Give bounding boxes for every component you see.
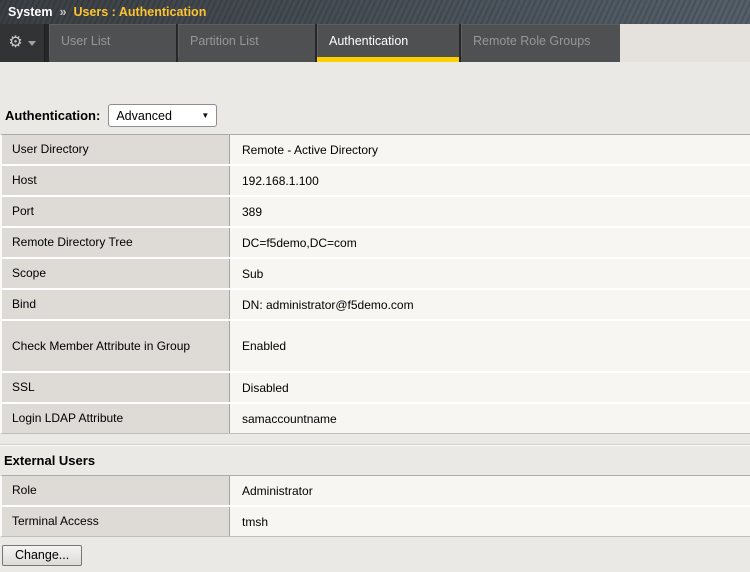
table-row-check-member-attribute: Check Member Attribute in Group Enabled [2, 321, 750, 371]
authentication-mode-label: Authentication: [5, 108, 101, 123]
tab-bar-filler [620, 24, 750, 62]
row-value: DN: administrator@f5demo.com [230, 290, 750, 319]
tab-partition-list[interactable]: Partition List [178, 24, 315, 62]
table-row-host: Host 192.168.1.100 [2, 166, 750, 195]
tab-label: User List [61, 33, 111, 48]
tab-label: Remote Role Groups [473, 33, 591, 48]
dropdown-arrow-icon: ▼ [201, 111, 210, 120]
row-value: 389 [230, 197, 750, 226]
row-label: Scope [2, 259, 230, 288]
external-users-heading: External Users [4, 453, 96, 468]
selected-option-label: Advanced [116, 108, 172, 123]
main-content: Authentication: Advanced ▼ User Director… [0, 104, 750, 566]
external-users-table: Role Administrator Terminal Access tmsh [0, 475, 750, 537]
tab-label: Partition List [190, 33, 259, 48]
authentication-mode-select[interactable]: Advanced ▼ [108, 104, 218, 127]
row-label: Role [2, 476, 230, 505]
row-value: samaccountname [230, 404, 750, 433]
row-value: Disabled [230, 373, 750, 402]
row-value: Remote - Active Directory [230, 135, 750, 164]
table-row-remote-directory-tree: Remote Directory Tree DC=f5demo,DC=com [2, 228, 750, 257]
row-value: Sub [230, 259, 750, 288]
auth-settings-table: User Directory Remote - Active Directory… [0, 134, 750, 434]
table-row-terminal-access: Terminal Access tmsh [2, 507, 750, 536]
row-label: Remote Directory Tree [2, 228, 230, 257]
row-value: 192.168.1.100 [230, 166, 750, 195]
breadcrumb-section: System [8, 5, 53, 19]
footer-actions: Change... [0, 545, 750, 566]
tab-label: Authentication [329, 33, 409, 48]
gear-menu-button[interactable]: ⚙ [0, 24, 45, 62]
row-value: tmsh [230, 507, 750, 536]
table-row-role: Role Administrator [2, 476, 750, 505]
row-value: Enabled [230, 321, 750, 371]
chevron-down-icon [27, 40, 36, 46]
row-label: Port [2, 197, 230, 226]
table-row-ssl: SSL Disabled [2, 373, 750, 402]
tab-remote-role-groups[interactable]: Remote Role Groups [461, 24, 620, 62]
breadcrumb: System » Users : Authentication [0, 0, 750, 24]
row-label: Host [2, 166, 230, 195]
row-label: User Directory [2, 135, 230, 164]
row-label: SSL [2, 373, 230, 402]
tab-authentication[interactable]: Authentication [317, 24, 459, 62]
tab-bar: ⚙ User List Partition List Authenticatio… [0, 24, 750, 62]
table-row-scope: Scope Sub [2, 259, 750, 288]
row-label: Check Member Attribute in Group [2, 321, 230, 371]
row-label: Bind [2, 290, 230, 319]
row-value: DC=f5demo,DC=com [230, 228, 750, 257]
table-row-port: Port 389 [2, 197, 750, 226]
tab-user-list[interactable]: User List [49, 24, 176, 62]
breadcrumb-page-title: Users : Authentication [73, 5, 207, 19]
gear-icon: ⚙ [8, 34, 23, 51]
row-value: Administrator [230, 476, 750, 505]
authentication-mode-row: Authentication: Advanced ▼ [0, 104, 750, 127]
row-label: Terminal Access [2, 507, 230, 536]
table-row-user-directory: User Directory Remote - Active Directory [2, 135, 750, 164]
tab-strip: ⚙ User List Partition List Authenticatio… [0, 24, 620, 62]
change-button[interactable]: Change... [2, 545, 83, 566]
row-label: Login LDAP Attribute [2, 404, 230, 433]
table-row-bind: Bind DN: administrator@f5demo.com [2, 290, 750, 319]
table-row-login-ldap-attribute: Login LDAP Attribute samaccountname [2, 404, 750, 433]
breadcrumb-separator: » [59, 5, 67, 19]
